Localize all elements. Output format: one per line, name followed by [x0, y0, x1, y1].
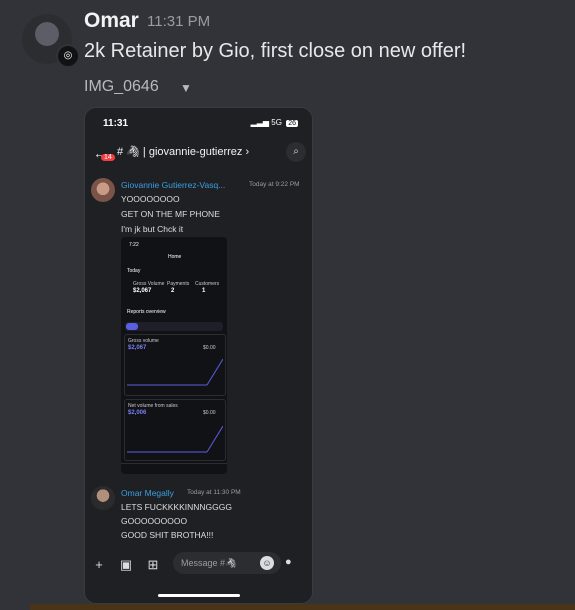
embedded-screenshot[interactable]: 7:22 Home Today Gross Volume $2,067 Paym…	[121, 237, 227, 474]
message-timestamp: 11:31 PM	[147, 13, 211, 30]
home-indicator	[158, 594, 240, 597]
embedded-time: 7:22	[129, 242, 139, 248]
plus-icon[interactable]: +	[90, 556, 108, 574]
embedded-today: Today	[127, 268, 141, 274]
chart-value: $2,067	[128, 345, 147, 351]
gross-volume-chart: Gross volume $2,067 $0.00	[124, 334, 226, 396]
tab-selected[interactable]	[126, 323, 138, 330]
message-timestamp: Today at 9:22 PM	[249, 181, 300, 188]
message-timestamp: Today at 11:30 PM	[187, 489, 241, 496]
divider	[30, 604, 575, 610]
battery-icon: 26	[286, 120, 298, 127]
attachment-name[interactable]: IMG_0646	[84, 78, 159, 96]
message-line: GET ON THE MF PHONE	[121, 209, 220, 219]
channel-name: # 🦓 | giovannie-gutierrez	[117, 146, 243, 158]
customers-label: Customers	[195, 281, 220, 287]
chevron-right-icon: ›	[245, 146, 250, 158]
message-line: GOOOOOOOOO	[121, 516, 188, 526]
attachment-image[interactable]: 11:31 ▂▃▅ 5G 26 ← 14 # 🦓 | giovannie-gut…	[84, 107, 313, 604]
net-volume-chart: Net volume from sales $2,006 $0.00	[124, 399, 226, 461]
author-avatar[interactable]: ◎	[22, 14, 80, 68]
message-line: LETS FUCKKKKINNNGGGG	[121, 502, 232, 512]
channel-title[interactable]: # 🦓 | giovannie-gutierrez ›	[117, 145, 249, 158]
reports-overview-label: Reports overview	[127, 309, 166, 315]
message-author[interactable]: Giovannie Gutierrez-Vasq...	[121, 180, 225, 190]
microphone-icon[interactable]: ●	[285, 556, 292, 568]
discord-icon: ◎	[56, 44, 80, 68]
message-text: 2k Retainer by Gio, first close on new o…	[84, 40, 467, 62]
message-author[interactable]: Omar Megally	[121, 488, 174, 498]
chart-right-value: $0.00	[203, 410, 216, 416]
chart-label: Net volume from sales	[128, 403, 178, 409]
message-line: GOOD SHIT BROTHA!!!	[121, 530, 214, 540]
chart-value: $2,006	[128, 410, 147, 416]
embedded-title: Home	[168, 254, 182, 260]
network-label: 5G	[271, 118, 282, 127]
gross-volume-value: $2,067	[133, 288, 152, 294]
payments-value: 2	[171, 288, 175, 294]
gross-volume-label: Gross Volume	[133, 281, 165, 287]
line-chart	[127, 425, 223, 453]
customers-value: 1	[202, 288, 206, 294]
search-icon[interactable]: ⌕	[286, 142, 306, 162]
gallery-icon[interactable]: ▣	[117, 556, 135, 574]
line-chart	[127, 358, 223, 386]
avatar[interactable]	[91, 486, 115, 510]
unread-badge: 14	[101, 154, 115, 161]
bottom-tab-bar[interactable]	[121, 463, 227, 474]
signal-icon: ▂▃▅	[250, 118, 270, 127]
message-line: YOOOOOOOO	[121, 194, 180, 204]
gift-icon[interactable]: ⊞	[144, 556, 162, 574]
date-range-tabs[interactable]	[125, 322, 223, 331]
payments-label: Payments	[167, 281, 190, 287]
avatar[interactable]	[91, 178, 115, 202]
emoji-icon[interactable]: ☺	[260, 556, 274, 570]
chart-right-value: $0.00	[203, 345, 216, 351]
message-line: I'm jk but Chck it	[121, 224, 184, 234]
message-author[interactable]: Omar	[84, 9, 139, 33]
phone-status-time: 11:31	[103, 118, 129, 129]
message-composer: + ▣ ⊞ Message #🦓 ☺ ●	[85, 548, 312, 603]
chart-label: Gross volume	[128, 338, 159, 344]
phone-status-bar: ▂▃▅ 5G 26	[251, 118, 298, 127]
chevron-down-icon[interactable]: ▼	[180, 81, 192, 95]
